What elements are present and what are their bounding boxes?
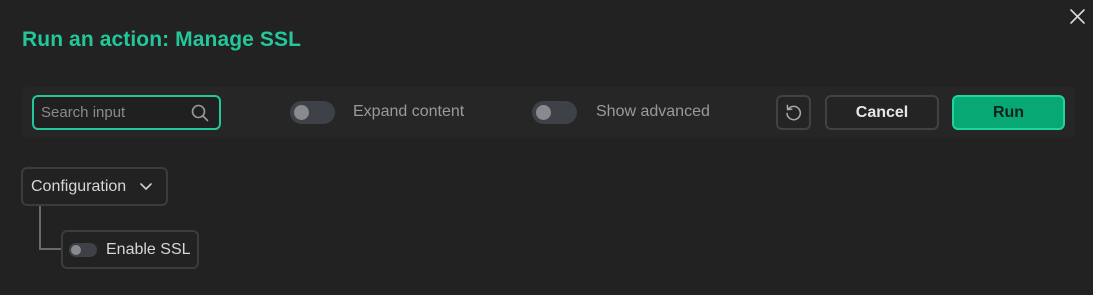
configuration-group-header[interactable]: Configuration: [21, 167, 168, 206]
expand-content-label: Expand content: [353, 103, 465, 120]
search-icon[interactable]: [191, 104, 209, 122]
close-button[interactable]: [1068, 7, 1088, 27]
cancel-button[interactable]: Cancel: [825, 95, 939, 130]
config-item-enable-ssl: Enable SSL: [61, 230, 199, 269]
tree-connector: [39, 206, 63, 250]
show-advanced-toggle[interactable]: [532, 101, 577, 124]
chevron-down-icon: [140, 183, 152, 190]
reset-icon: [786, 104, 802, 121]
run-button[interactable]: Run: [952, 95, 1065, 130]
search-input[interactable]: [41, 97, 186, 128]
search-box[interactable]: [32, 95, 221, 130]
enable-ssl-toggle[interactable]: [69, 243, 97, 257]
reset-button[interactable]: [776, 95, 811, 130]
show-advanced-label: Show advanced: [596, 103, 710, 120]
enable-ssl-label: Enable SSL: [106, 241, 191, 258]
configuration-label: Configuration: [31, 178, 127, 195]
toggle-knob: [71, 245, 81, 255]
expand-content-toggle[interactable]: [290, 101, 335, 124]
toggle-knob: [294, 105, 309, 120]
dialog-title: Run an action: Manage SSL: [22, 28, 302, 51]
toggle-knob: [536, 105, 551, 120]
close-icon: [1070, 9, 1085, 24]
